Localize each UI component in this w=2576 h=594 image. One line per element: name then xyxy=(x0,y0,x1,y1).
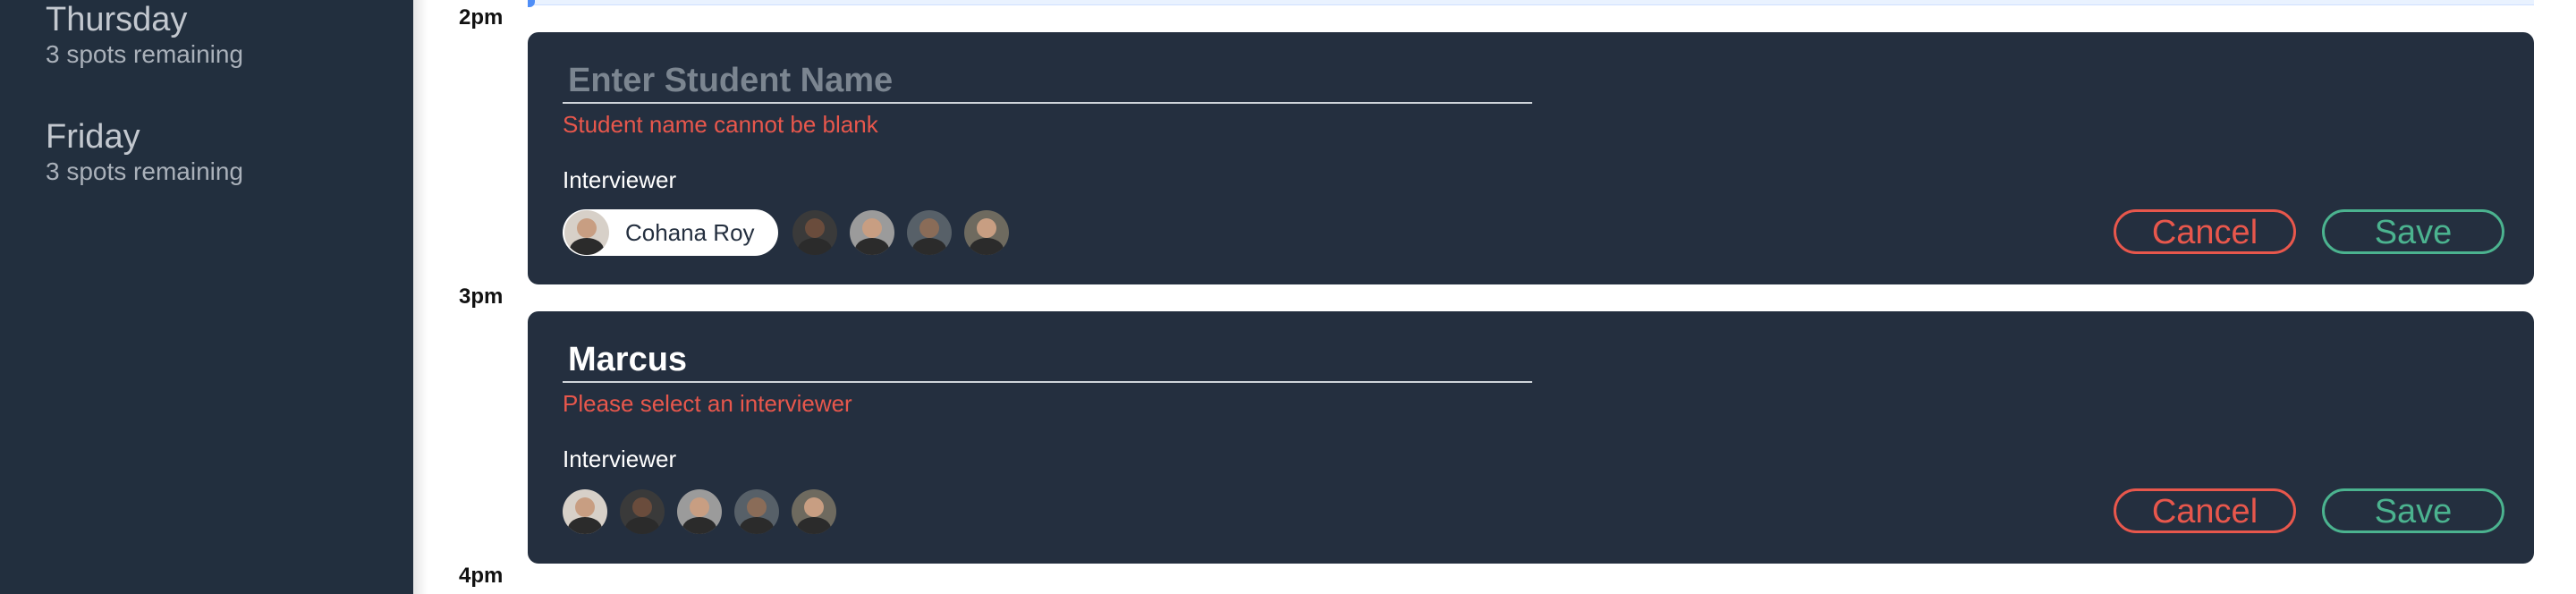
save-button[interactable]: Save xyxy=(2322,209,2504,254)
sidebar-day-thursday[interactable]: Thursday 3 spots remaining xyxy=(46,0,243,70)
interviewer-avatar[interactable] xyxy=(792,210,837,255)
interviewer-avatar[interactable] xyxy=(963,210,1009,255)
day-name: Friday xyxy=(46,118,140,156)
sidebar-shadow xyxy=(413,0,428,594)
day-spots: 3 spots remaining xyxy=(46,157,244,185)
appointment-form: Please select an interviewer Interviewer… xyxy=(528,311,2534,564)
interviewer-label: Interviewer xyxy=(563,166,677,193)
cancel-button[interactable]: Cancel xyxy=(2114,209,2296,254)
previous-appointment-slot[interactable] xyxy=(528,0,2534,5)
hour-label: 2pm xyxy=(459,5,504,30)
interviewer-avatar[interactable] xyxy=(792,489,836,534)
interviewer-name: Cohana Roy xyxy=(625,218,755,246)
appointment-form: Student name cannot be blank Interviewer… xyxy=(528,32,2534,284)
interviewer-avatar[interactable] xyxy=(677,489,722,534)
sidebar-day-friday[interactable]: Friday 3 spots remaining xyxy=(46,117,243,187)
day-name: Thursday xyxy=(46,1,188,38)
interviewer-avatar[interactable] xyxy=(563,489,607,534)
cancel-button[interactable]: Cancel xyxy=(2114,488,2296,533)
sidebar: Thursday 3 spots remaining Friday 3 spot… xyxy=(0,0,413,594)
schedule: 2pm 3pm 4pm Student name cannot be blank… xyxy=(428,0,2576,594)
interviewer-avatar[interactable] xyxy=(620,489,665,534)
hour-label: 3pm xyxy=(459,284,504,309)
interviewer-avatar[interactable] xyxy=(734,489,779,534)
interviewer-avatar xyxy=(564,210,609,255)
interviewer-avatar[interactable] xyxy=(906,210,952,255)
validation-error: Please select an interviewer xyxy=(563,390,852,417)
validation-error: Student name cannot be blank xyxy=(563,111,878,138)
interviewer-list xyxy=(563,487,849,537)
previous-appointment-accent xyxy=(528,0,535,7)
interviewer-avatar[interactable] xyxy=(849,210,894,255)
day-spots: 3 spots remaining xyxy=(46,40,244,68)
interviewer-label: Interviewer xyxy=(563,446,677,472)
student-name-input[interactable] xyxy=(563,59,1532,104)
interviewer-item-selected[interactable]: Cohana Roy xyxy=(563,209,778,256)
interviewer-list: Cohana Roy xyxy=(563,208,1021,258)
student-name-input[interactable] xyxy=(563,338,1532,383)
save-button[interactable]: Save xyxy=(2322,488,2504,533)
hour-label: 4pm xyxy=(459,564,504,588)
